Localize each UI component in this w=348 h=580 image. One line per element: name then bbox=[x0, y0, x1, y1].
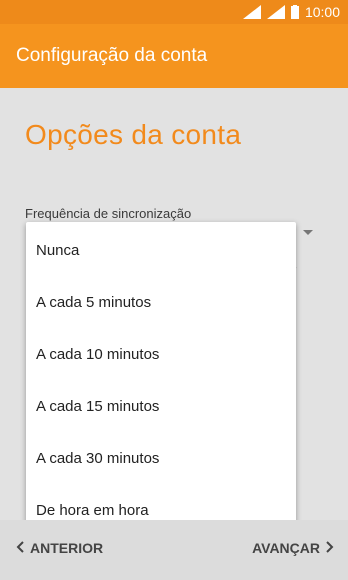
status-time: 10:00 bbox=[304, 4, 340, 20]
previous-label: ANTERIOR bbox=[30, 540, 104, 556]
chevron-left-icon bbox=[16, 540, 24, 556]
app-bar-title: Configuração da conta bbox=[0, 24, 348, 88]
chevron-right-icon bbox=[326, 540, 334, 556]
status-bar: 10:00 bbox=[0, 0, 348, 24]
dropdown-arrow-icon[interactable] bbox=[303, 230, 313, 235]
sync-frequency-label: Frequência de sincronização bbox=[25, 206, 192, 221]
menu-item-10-min[interactable]: A cada 10 minutos bbox=[26, 328, 296, 380]
menu-item-30-min[interactable]: A cada 30 minutos bbox=[26, 432, 296, 484]
page-title: Opções da conta bbox=[25, 119, 242, 150]
menu-item-15-min[interactable]: A cada 15 minutos bbox=[26, 380, 296, 432]
next-label: AVANÇAR bbox=[252, 540, 320, 556]
menu-item-5-min[interactable]: A cada 5 minutos bbox=[26, 276, 296, 328]
sync-frequency-menu: Nunca A cada 5 minutos A cada 10 minutos… bbox=[26, 222, 296, 535]
signal-icon-2 bbox=[266, 5, 285, 19]
next-button[interactable]: AVANÇAR bbox=[252, 540, 334, 556]
previous-button[interactable]: ANTERIOR bbox=[16, 540, 103, 556]
menu-item-never[interactable]: Nunca bbox=[26, 224, 296, 276]
signal-icon bbox=[242, 5, 261, 19]
battery-icon bbox=[290, 5, 299, 19]
